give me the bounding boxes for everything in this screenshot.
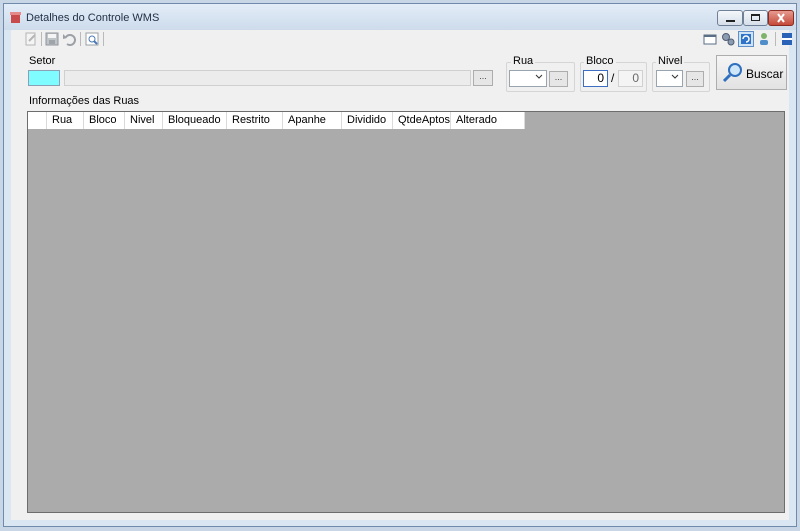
setor-label: Setor <box>29 55 56 67</box>
minimize-button[interactable] <box>717 10 743 26</box>
toolbar-separator <box>103 32 104 46</box>
search-button[interactable]: Buscar <box>716 55 787 90</box>
exit-button[interactable] <box>779 31 795 47</box>
close-button[interactable] <box>768 10 794 26</box>
column-header[interactable]: Bloqueado <box>163 112 227 129</box>
window-icon <box>703 34 717 45</box>
user-button[interactable] <box>756 31 772 47</box>
toolbar-separator <box>80 32 81 46</box>
column-header[interactable]: Bloco <box>84 112 125 129</box>
rua-browse-button[interactable]: ... <box>549 71 568 87</box>
preview-button[interactable] <box>84 31 100 47</box>
setor-browse-button[interactable]: ... <box>473 70 493 86</box>
minimize-icon <box>726 20 735 22</box>
column-header[interactable]: Alterado <box>451 112 525 129</box>
title-bar: Detalhes do Controle WMS <box>4 4 796 30</box>
bloco-separator: / <box>611 71 615 85</box>
bloco-from-input[interactable]: 0 <box>583 70 608 87</box>
form-client-area: Setor ... Rua ... Bloco 0 / 0 Nivel ... <box>11 30 792 520</box>
exit-icon <box>782 33 792 45</box>
grid-header: Rua Bloco Nivel Bloqueado Restrito Apanh… <box>28 112 525 129</box>
toolbar-separator <box>41 32 42 46</box>
column-header[interactable]: Rua <box>47 112 84 129</box>
column-header[interactable]: Restrito <box>227 112 283 129</box>
maximize-button[interactable] <box>743 10 768 26</box>
undo-icon <box>63 34 76 46</box>
column-header[interactable]: QtdeAptos <box>393 112 451 129</box>
save-button[interactable] <box>44 31 60 47</box>
maximize-icon <box>751 14 760 21</box>
search-icon <box>722 63 742 83</box>
column-header[interactable]: Nivel <box>125 112 163 129</box>
chevron-down-icon <box>671 74 679 79</box>
gears-icon <box>722 33 735 46</box>
save-icon <box>45 32 59 46</box>
new-button[interactable] <box>23 31 39 47</box>
edit-icon <box>25 32 36 46</box>
setor-description-field <box>64 70 471 86</box>
ruas-grid[interactable]: Rua Bloco Nivel Bloqueado Restrito Apanh… <box>27 111 785 513</box>
setor-code-input[interactable] <box>28 70 60 86</box>
app-window: Detalhes do Controle WMS Setor ... Rua .… <box>3 3 797 527</box>
bloco-label: Bloco <box>584 55 616 67</box>
search-button-label: Buscar <box>746 67 784 81</box>
magnifier-icon <box>85 32 99 46</box>
column-header[interactable]: Apanhe <box>283 112 342 129</box>
settings-button[interactable] <box>720 31 736 47</box>
refresh-icon <box>741 34 751 44</box>
app-icon <box>10 12 21 23</box>
close-icon <box>777 13 785 23</box>
nivel-select[interactable] <box>656 70 683 87</box>
rua-label: Rua <box>511 55 536 67</box>
rua-select[interactable] <box>509 70 547 87</box>
user-icon <box>760 33 768 45</box>
toolbar-separator <box>775 32 776 46</box>
undo-button[interactable] <box>61 31 77 47</box>
nivel-browse-button[interactable]: ... <box>686 71 704 87</box>
window-title: Detalhes do Controle WMS <box>26 12 160 24</box>
chevron-down-icon <box>535 74 543 79</box>
nivel-label: Nivel <box>656 55 685 67</box>
grid-row-indicator-header <box>28 112 47 129</box>
refresh-button[interactable] <box>738 31 754 47</box>
column-header[interactable]: Dividido <box>342 112 393 129</box>
ruas-section-label: Informações das Ruas <box>29 95 140 107</box>
bloco-to-input[interactable]: 0 <box>618 70 643 87</box>
export-button[interactable] <box>702 31 718 47</box>
